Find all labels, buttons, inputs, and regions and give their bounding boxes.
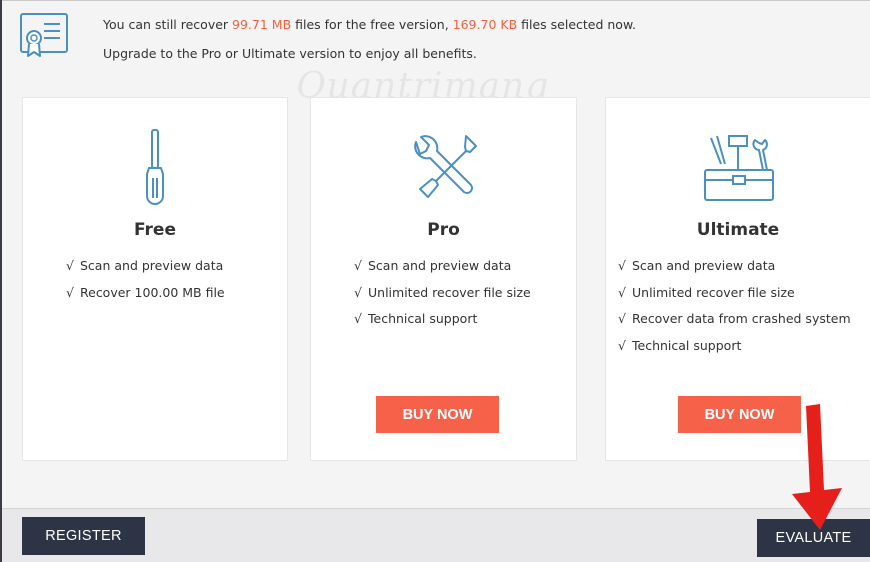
- plan-card-pro: Pro √ Scan and preview data √ Unlimited re…: [310, 97, 577, 461]
- check-icon: √: [618, 284, 626, 300]
- feature-item: √ Scan and preview data: [354, 256, 531, 283]
- feature-item: √ Unlimited recover file size: [618, 283, 851, 310]
- feature-item: √ Scan and preview data: [618, 256, 851, 283]
- recover-amount: 99.71 MB: [232, 17, 292, 32]
- check-icon: √: [354, 311, 362, 326]
- plan-card-free: Free √ Scan and preview data √ Recover 100…: [22, 97, 288, 461]
- check-icon: √: [354, 258, 362, 273]
- check-icon: √: [618, 258, 626, 273]
- check-icon: √: [618, 337, 626, 353]
- check-icon: √: [66, 258, 74, 273]
- check-icon: √: [618, 311, 626, 326]
- feature-item: √ Recover data from crashed system: [618, 309, 851, 336]
- recover-info-text: You can still recover 99.71 MB files for…: [103, 17, 636, 32]
- feature-item: √ Technical support: [618, 336, 851, 363]
- plan-name-ultimate: Ultimate: [696, 220, 780, 240]
- feature-item: √ Recover 100.00 MB file: [66, 283, 225, 310]
- feature-item: √ Unlimited recover file size: [354, 283, 531, 310]
- feature-list-ultimate: √ Scan and preview data √ Unlimited recove…: [618, 256, 851, 362]
- selected-amount: 169.70 KB: [452, 17, 518, 32]
- check-icon: √: [354, 284, 362, 300]
- screwdriver-icon: [146, 129, 164, 205]
- red-arrow-annotation-icon: [792, 404, 842, 530]
- plan-name-pro: Pro: [427, 220, 460, 240]
- upgrade-info-text: Upgrade to the Pro or Ultimate version t…: [103, 46, 477, 61]
- register-button[interactable]: REGISTER: [22, 517, 145, 555]
- buy-now-pro-button[interactable]: BUY NOW: [376, 396, 499, 433]
- certificate-icon: [20, 13, 68, 57]
- feature-list-free: √ Scan and preview data √ Recover 100.00 M…: [66, 256, 225, 309]
- check-icon: √: [66, 284, 74, 300]
- plan-name-free: Free: [134, 220, 176, 240]
- toolbox-icon: [704, 135, 774, 201]
- feature-item: √ Technical support: [354, 309, 531, 336]
- feature-item: √ Scan and preview data: [66, 256, 225, 283]
- feature-list-pro: √ Scan and preview data √ Unlimited recove…: [354, 256, 531, 336]
- wrench-screwdriver-icon: [414, 135, 477, 198]
